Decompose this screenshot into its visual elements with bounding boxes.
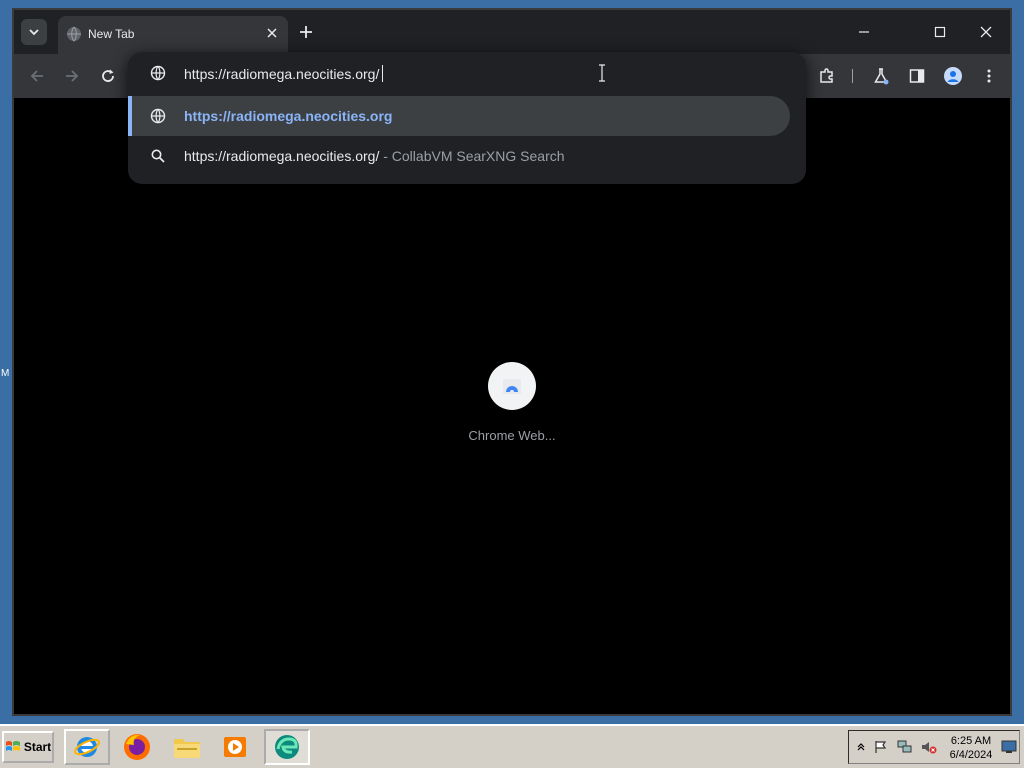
taskbar-internet-explorer[interactable] [64,729,110,765]
title-bar: New Tab [14,10,1010,54]
profile-button[interactable] [942,65,964,87]
suggestion-search-text: https://radiomega.neocities.org/ - Colla… [184,148,565,164]
new-tab-button[interactable] [296,22,316,42]
back-button[interactable] [26,65,48,87]
tray-network[interactable] [897,739,913,755]
side-panel-button[interactable] [906,65,928,87]
suggestion-search-engine: - CollabVM SearXNG Search [379,148,565,164]
tab-close-button[interactable] [264,25,280,41]
extensions-button[interactable] [816,65,838,87]
taskbar-firefox[interactable] [114,729,160,765]
taskbar: Start 6:25 AM 6/4/2024 [0,724,1024,768]
ibeam-cursor-icon [599,64,605,82]
omnibox-input-row [128,52,806,94]
puzzle-icon [820,68,833,83]
taskbar-file-explorer[interactable] [164,729,210,765]
tray-action-center[interactable] [873,739,889,755]
system-tray: 6:25 AM 6/4/2024 [848,730,1020,764]
forward-button[interactable] [61,65,83,87]
clock-time[interactable]: 6:25 AM [945,735,997,747]
menu-button[interactable] [978,65,1000,87]
minimize-icon [859,31,869,33]
clock-date[interactable]: 6/4/2024 [945,749,997,761]
suggestion-search-query: https://radiomega.neocities.org/ [184,148,380,164]
reload-icon [102,69,114,82]
suggestion-url-text: https://radiomega.neocities.org [184,108,393,124]
tab-search-button[interactable] [21,19,47,45]
flag-icon [875,741,887,753]
file-explorer-icon [174,739,200,758]
search-icon [151,149,165,163]
chevron-up-icon [857,743,865,751]
media-player-icon [224,737,246,757]
globe-icon [150,108,166,124]
loading-label: Chrome Web... [468,428,556,443]
maximize-icon [934,26,946,38]
toolbar-separator [852,69,853,83]
tray-expand-button[interactable] [853,739,869,755]
suggestion-url[interactable]: https://radiomega.neocities.org [128,96,806,136]
taskbar-edge[interactable] [264,729,310,765]
tab-title: New Tab [88,27,135,41]
desktop-edge-label: M [1,368,10,379]
labs-button[interactable] [870,65,892,87]
edge-icon [275,735,299,759]
volume-muted-icon [922,742,937,754]
firefox-icon [124,734,150,760]
suggestion-search[interactable]: https://radiomega.neocities.org/ - Colla… [128,138,806,174]
monitor-icon [1001,740,1017,753]
minimize-button[interactable] [852,20,876,44]
close-window-button[interactable] [974,20,998,44]
internet-explorer-icon [74,737,100,757]
close-icon [267,28,277,38]
flask-icon [874,68,889,85]
windows-logo-icon [5,741,20,751]
text-caret [382,65,383,82]
start-label: Start [23,740,52,754]
omnibox-dropdown: https://radiomega.neocities.org https://… [128,52,806,184]
taskbar-media-player[interactable] [212,729,258,765]
side-panel-icon [909,69,925,83]
arrow-left-icon [30,70,43,82]
arrow-right-icon [66,70,79,82]
avatar-icon [944,67,962,85]
globe-icon [67,26,81,42]
chevron-down-icon [29,29,39,36]
tray-volume[interactable] [921,739,937,755]
close-icon [980,26,992,38]
kebab-menu-icon [987,69,991,83]
plus-icon [300,26,312,38]
tray-show-desktop[interactable] [1001,739,1017,755]
maximize-button[interactable] [928,20,952,44]
chrome-web-store-icon[interactable] [488,362,536,410]
web-store-icon [503,379,521,394]
network-icon [897,740,912,753]
globe-icon [150,65,166,81]
omnibox-input[interactable] [184,64,744,84]
tab-new-tab[interactable]: New Tab [58,16,288,54]
selection-indicator [128,96,132,136]
start-button[interactable]: Start [2,731,54,763]
reload-button[interactable] [97,65,119,87]
